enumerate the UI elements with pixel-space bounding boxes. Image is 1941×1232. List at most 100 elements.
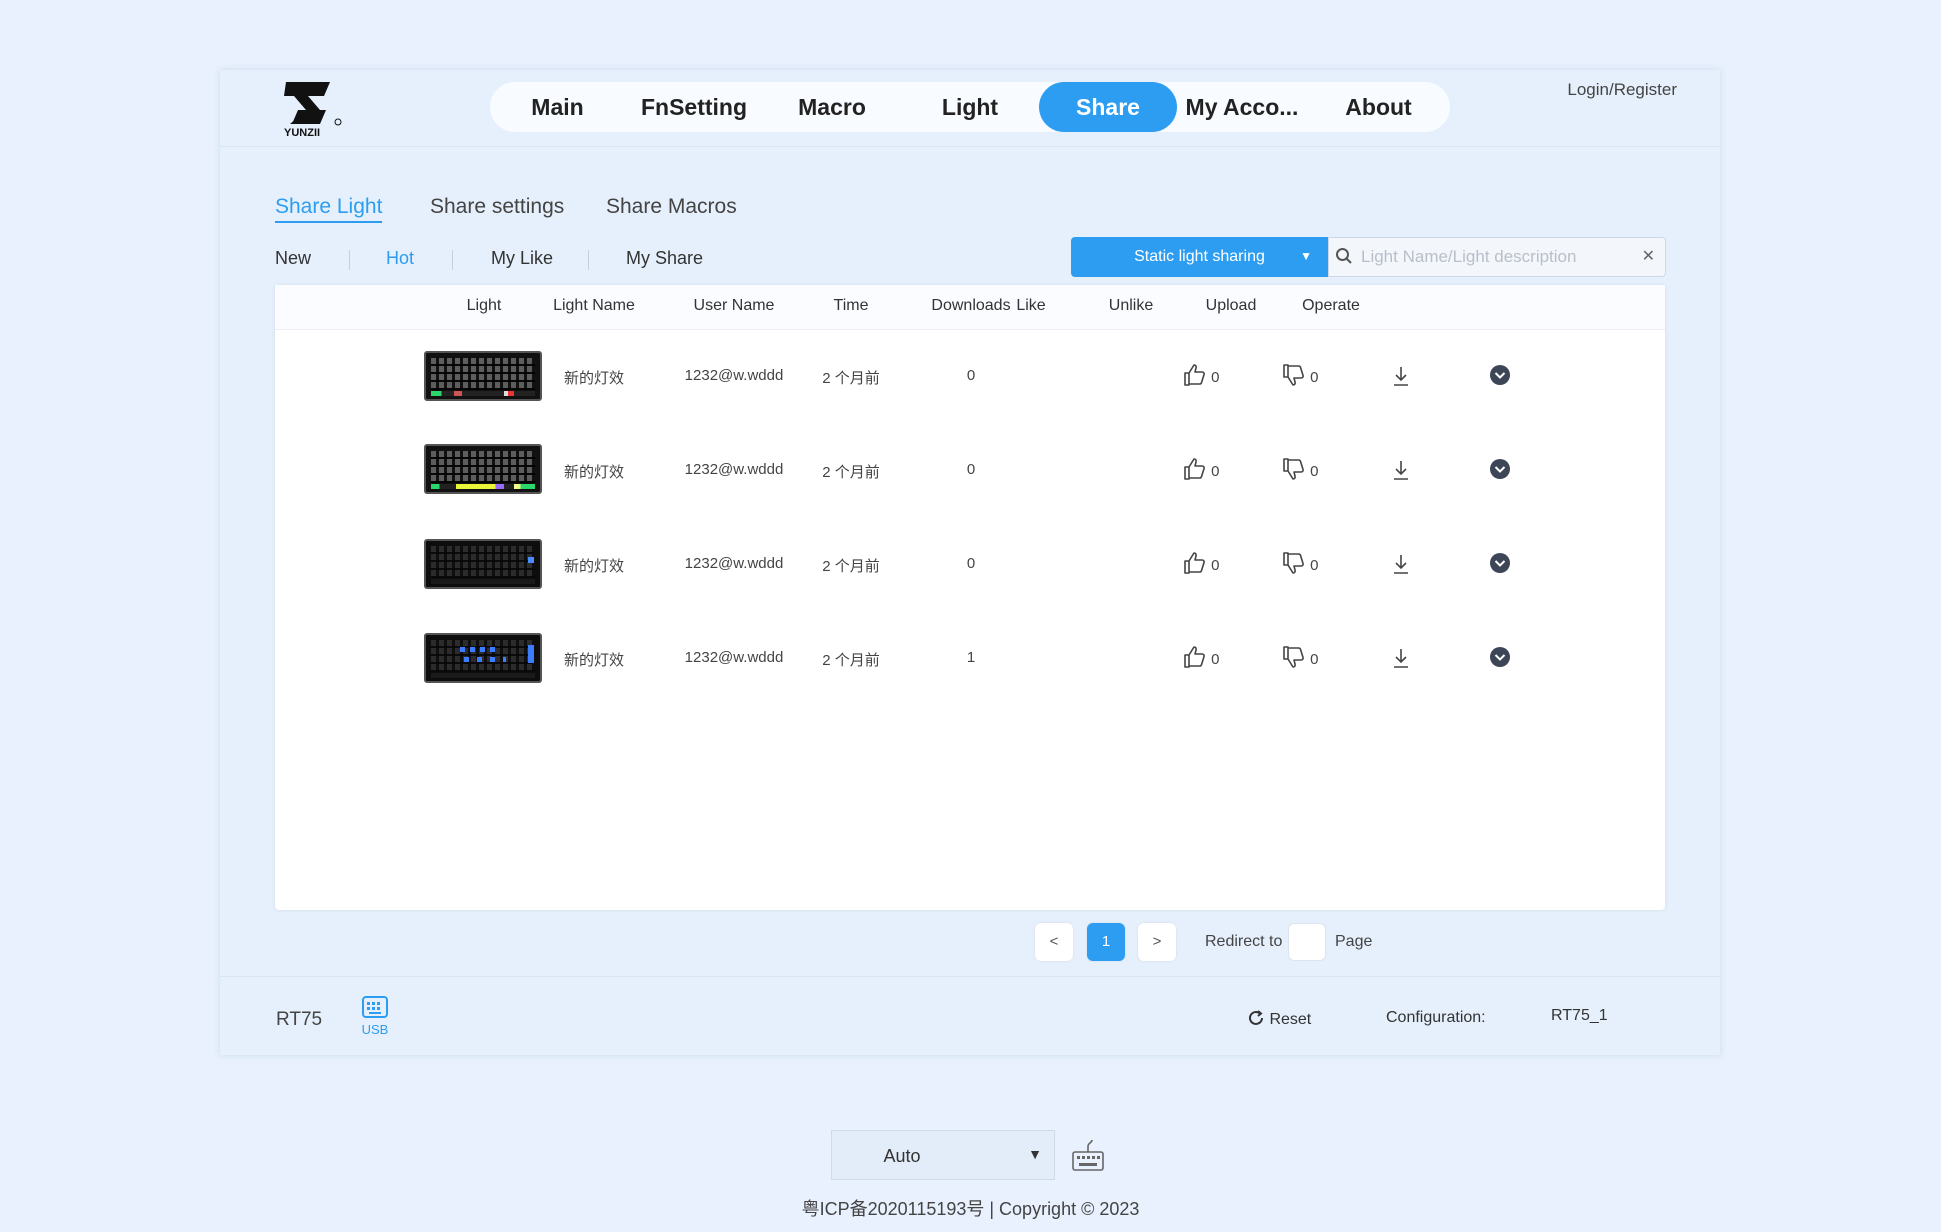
search-input[interactable] <box>1359 242 1633 272</box>
mode-select-value: Auto <box>883 1146 921 1166</box>
nav-main[interactable]: Main <box>490 82 625 132</box>
time: 2 个月前 <box>822 370 880 387</box>
next-page-button[interactable]: > <box>1138 923 1176 961</box>
reset-button[interactable]: Reset <box>1247 1009 1311 1029</box>
caret-down-icon: ▼ <box>1028 1146 1042 1162</box>
download-icon[interactable] <box>1391 365 1411 387</box>
prev-page-button[interactable]: < <box>1035 923 1073 961</box>
filter-divider <box>452 250 453 270</box>
col-unlike: Unlike <box>1108 297 1154 314</box>
configuration-label: Configuration: <box>1386 1009 1486 1026</box>
download-icon[interactable] <box>1391 553 1411 575</box>
share-type-select[interactable]: Static light sharing ▼ <box>1071 237 1328 277</box>
col-time: Time <box>833 297 869 314</box>
nav-my-account[interactable]: My Acco... <box>1177 82 1307 132</box>
expand-chevron-icon[interactable] <box>1489 364 1511 386</box>
downloads-count: 1 <box>966 649 976 666</box>
filter-hot[interactable]: Hot <box>386 248 414 269</box>
share-type-label: Static light sharing <box>1134 248 1265 265</box>
unlike-button[interactable]: 0 <box>1282 363 1319 387</box>
light-name: 新的灯效 <box>563 652 624 669</box>
like-count: 0 <box>1211 651 1220 668</box>
like-button[interactable]: 0 <box>1183 551 1220 575</box>
thumbs-up-icon <box>1184 458 1205 480</box>
col-downloads: Downloads <box>931 297 1011 314</box>
downloads-count: 0 <box>966 555 976 572</box>
user-name: 1232@w.wddd <box>684 367 784 384</box>
col-user-name: User Name <box>693 297 775 314</box>
caret-down-icon: ▼ <box>1300 249 1312 263</box>
filter-my-share[interactable]: My Share <box>626 248 703 269</box>
device-model: RT75 <box>276 1009 323 1030</box>
col-upload: Upload <box>1205 297 1257 314</box>
filter-divider <box>349 250 350 270</box>
unlike-count: 0 <box>1310 651 1319 668</box>
like-button[interactable]: 0 <box>1183 363 1220 387</box>
refresh-icon <box>1249 1010 1263 1025</box>
thumbs-down-icon <box>1283 646 1304 668</box>
search-box: ✕ <box>1328 237 1666 277</box>
table-row: 新的灯效 1232@w.wddd 2 个月前 1 0 0 <box>275 611 1665 705</box>
nav-macro[interactable]: Macro <box>763 82 901 132</box>
thumbs-up-icon <box>1184 646 1205 668</box>
unlike-button[interactable]: 0 <box>1282 551 1319 575</box>
configuration-value[interactable]: RT75_1 <box>1551 1007 1608 1025</box>
nav-share[interactable]: Share <box>1039 82 1177 132</box>
tab-share-light[interactable]: Share Light <box>275 195 383 223</box>
nav-light[interactable]: Light <box>901 82 1039 132</box>
expand-chevron-icon[interactable] <box>1489 552 1511 574</box>
user-name: 1232@w.wddd <box>684 461 784 478</box>
download-icon[interactable] <box>1391 459 1411 481</box>
downloads-count: 0 <box>966 367 976 384</box>
tab-share-macros[interactable]: Share Macros <box>606 195 737 219</box>
filter-new[interactable]: New <box>275 248 311 269</box>
keyboard-icon[interactable] <box>1071 1140 1105 1172</box>
clear-icon[interactable]: ✕ <box>1642 246 1655 266</box>
expand-chevron-icon[interactable] <box>1489 646 1511 668</box>
keyboard-icon <box>362 996 388 1018</box>
page-button-current[interactable]: 1 <box>1087 923 1125 961</box>
light-preview-thumbnail <box>424 633 542 683</box>
light-name: 新的灯效 <box>563 370 624 387</box>
nav-fnsetting[interactable]: FnSetting <box>625 82 763 132</box>
table-header: Light Light Name User Name Time Download… <box>275 285 1665 330</box>
table-row: 新的灯效 1232@w.wddd 2 个月前 0 0 0 <box>275 517 1665 611</box>
search-icon <box>1336 248 1352 264</box>
svg-text:YUNZII: YUNZII <box>284 127 320 138</box>
top-bar: YUNZII Main FnSetting Macro Light Share … <box>220 70 1720 147</box>
page-jump-input[interactable] <box>1288 923 1326 961</box>
filter-divider <box>588 250 589 270</box>
col-operate: Operate <box>1302 297 1360 314</box>
app-card: YUNZII Main FnSetting Macro Light Share … <box>220 70 1720 1055</box>
shared-lights-table: Light Light Name User Name Time Download… <box>275 285 1665 910</box>
user-name: 1232@w.wddd <box>684 555 784 572</box>
like-button[interactable]: 0 <box>1183 645 1220 669</box>
mode-select[interactable]: Auto ▼ <box>831 1130 1055 1180</box>
copyright-text: 粤ICP备2020115193号 | Copyright © 2023 <box>801 1199 1140 1219</box>
nav-about[interactable]: About <box>1307 82 1450 132</box>
time: 2 个月前 <box>822 464 880 481</box>
light-preview-thumbnail <box>424 351 542 401</box>
expand-chevron-icon[interactable] <box>1489 458 1511 480</box>
tab-share-settings[interactable]: Share settings <box>430 195 564 219</box>
unlike-count: 0 <box>1310 557 1319 574</box>
like-button[interactable]: 0 <box>1183 457 1220 481</box>
light-name: 新的灯效 <box>563 464 624 481</box>
device-status-bar: RT75 USB Reset Configuration: RT75_1 <box>220 976 1720 1056</box>
light-preview-thumbnail <box>424 444 542 494</box>
main-nav: Main FnSetting Macro Light Share My Acco… <box>490 82 1450 132</box>
unlike-count: 0 <box>1310 463 1319 480</box>
unlike-button[interactable]: 0 <box>1282 457 1319 481</box>
unlike-count: 0 <box>1310 369 1319 386</box>
usb-connection-indicator: USB <box>355 995 395 1037</box>
downloads-count: 0 <box>966 461 976 478</box>
thumbs-up-icon <box>1184 364 1205 386</box>
filter-my-like[interactable]: My Like <box>491 248 553 269</box>
time: 2 个月前 <box>822 652 880 669</box>
light-preview-thumbnail <box>424 539 542 589</box>
like-count: 0 <box>1211 463 1220 480</box>
download-icon[interactable] <box>1391 647 1411 669</box>
login-register-link[interactable]: Login/Register <box>1567 80 1677 100</box>
unlike-button[interactable]: 0 <box>1282 645 1319 669</box>
thumbs-down-icon <box>1283 552 1304 574</box>
